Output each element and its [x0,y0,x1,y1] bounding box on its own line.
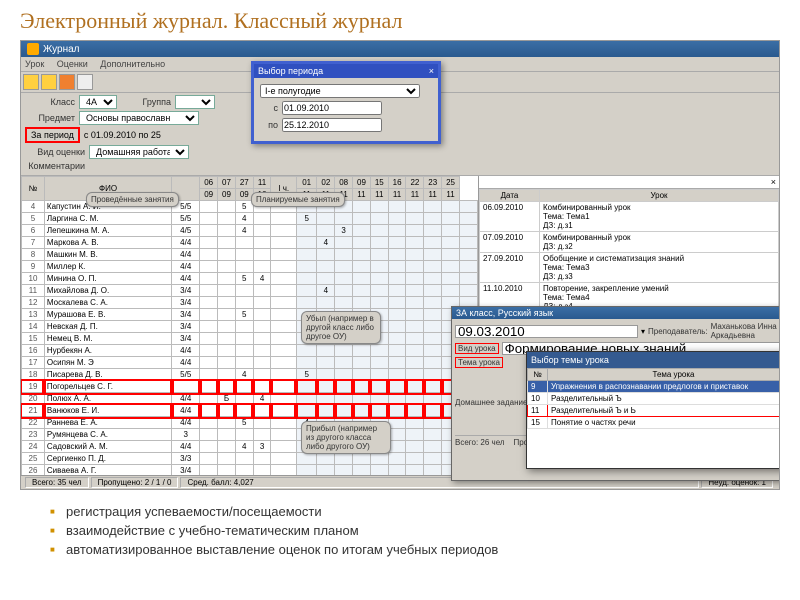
slide-bullets: регистрация успеваемости/посещаемости вз… [50,504,750,557]
slide-title: Электронный журнал. Классный журнал [0,0,800,40]
topic-table[interactable]: №Тема урока9Упражнения в распознавании п… [527,368,780,429]
group-label: Группа [121,97,171,107]
class-label: Класс [25,97,75,107]
status-total: Всего: 35 чел [25,477,89,488]
period-dialog-title: Выбор периода [258,66,323,76]
topic-dialog-title: Выбор темы урока [531,355,609,365]
table-row[interactable]: 24Садовский А. М.4/443 [22,441,478,453]
grade-type-label: Вид оценки [25,147,85,157]
to-date[interactable] [282,118,382,132]
callout-arrived: Прибыл (например из другого класса либо … [301,421,391,454]
menu-item[interactable]: Дополнительно [100,59,165,69]
callout-left: Убыл (например в другой класс либо друго… [301,311,381,344]
hw-label: Домашнее задание [455,398,527,407]
period-text: с 01.09.2010 по 25 [84,130,161,140]
from-label: с [260,103,278,113]
bullet: автоматизированное выставление оценок по… [50,542,750,557]
toolbar-icon[interactable] [41,74,57,90]
table-row[interactable]: 23Румянцева С. А.3 [22,429,478,441]
semester-select[interactable]: I-е полугодие [260,84,420,98]
class-select[interactable]: 4А [79,95,117,109]
to-label: по [260,120,278,130]
table-row[interactable]: 19Погорельцев С. Г. [22,381,478,393]
close-icon[interactable]: × [429,66,434,76]
status-total2: Всего: 26 чел [455,438,505,447]
grade-grid-pane: №ФИО06072711I ч.010208091516222325090909… [21,176,479,490]
table-row[interactable]: 18Писарева Д. В.5/545 [22,369,478,381]
status-missed: Пропущено: 2 / 1 / 0 [91,477,179,488]
table-row[interactable]: 22Раннева Е. А.4/454 [22,417,478,429]
table-row[interactable]: 11Разделительный Ъ и Ь [528,405,781,417]
window-title: Журнал [43,44,80,55]
table-row[interactable]: 20Полюх А. А.4/4Б4 [22,393,478,405]
table-row[interactable]: 17Осипян М. Э4/4 [22,357,478,369]
table-row[interactable]: 11Михайлова Д. О.3/44 [22,285,478,297]
comment-label: Комментарии [25,161,85,171]
close-icon[interactable]: × [479,176,779,189]
table-row[interactable]: 8Машкин М. В.4/4 [22,249,478,261]
callout-conducted: Проведённые занятия [86,192,179,207]
titlebar: Журнал [21,41,779,57]
lesson-date[interactable] [455,325,638,338]
table-row[interactable]: 10Минина О. П.4/454 [22,273,478,285]
table-row[interactable]: 25Сергиенко П. Д.3/3 [22,453,478,465]
teacher-name: Маханькова Инна Аркадьевна [711,322,780,340]
menu-item[interactable]: Урок [25,59,44,69]
period-dialog: Выбор периода × I-е полугодие с по [251,61,441,144]
lesson-type-label: Вид урока [455,343,499,354]
toolbar-icon[interactable] [59,74,75,90]
app-window: Журнал Урок Оценки Дополнительно Класс 4… [20,40,780,490]
toolbar-icon[interactable] [77,74,93,90]
table-row[interactable]: 12Москалева С. А.3/4 [22,297,478,309]
menu-item[interactable]: Оценки [57,59,88,69]
table-row[interactable]: 15Понятие о частях речи [528,417,781,429]
bullet: взаимодействие с учебно-тематическим пла… [50,523,750,538]
teacher-label: Преподаватель: [648,327,708,336]
topic-label: Тема урока [455,357,503,368]
table-row[interactable]: 13Мурашова Е. В.3/45 [22,309,478,321]
period-button[interactable]: За период [25,127,80,143]
table-row[interactable]: 9Миллер К.4/4 [22,261,478,273]
secondary-title: 3А класс, Русский язык [456,308,553,318]
bullet: регистрация успеваемости/посещаемости [50,504,750,519]
table-row[interactable]: 7Маркова А. В.4/44 [22,237,478,249]
table-row[interactable]: 10Разделительный Ъ [528,393,781,405]
table-row[interactable]: 27.09.2010Обобщение и систематизация зна… [480,253,779,283]
table-row[interactable]: 15Немец В. М.3/4 [22,333,478,345]
table-row[interactable]: 9Упражнения в распознавании предлогов и … [528,381,781,393]
date-picker-icon[interactable]: ▾ [641,327,645,336]
subject-label: Предмет [25,113,75,123]
grade-table[interactable]: №ФИО06072711I ч.010208091516222325090909… [21,176,478,490]
from-date[interactable] [282,101,382,115]
table-row[interactable]: 6Лепешкина М. А.4/543 [22,225,478,237]
table-row[interactable]: 07.09.2010Комбинированный урок ДЗ: д.з2 [480,232,779,253]
topic-dialog: Выбор темы урока × №Тема урока9Упражнени… [526,351,780,469]
grade-type-select[interactable]: Домашняя работа [89,145,189,159]
group-select[interactable] [175,95,215,109]
table-row[interactable]: 06.09.2010Комбинированный урок Тема: Тем… [480,202,779,232]
table-row[interactable]: 14Невская Д. П.3/44 [22,321,478,333]
table-row[interactable]: 16Нурбекян А.4/4 [22,345,478,357]
table-row[interactable]: 21Ванюков Е. И.4/4 [22,405,478,417]
toolbar-icon[interactable] [23,74,39,90]
table-row[interactable]: 5Ларгина С. М.5/545 [22,213,478,225]
callout-planned: Планируемые занятия [251,192,345,207]
subject-select[interactable]: Основы православн [79,111,199,125]
app-icon [27,43,39,55]
